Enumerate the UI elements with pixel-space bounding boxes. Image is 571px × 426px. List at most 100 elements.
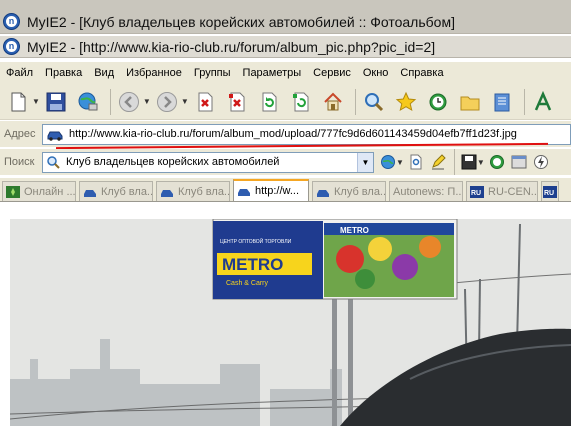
highlight-pen-icon bbox=[431, 154, 446, 170]
page-car-icon bbox=[84, 189, 96, 197]
leaf-icon bbox=[6, 185, 20, 198]
tab-ru[interactable]: RU bbox=[541, 181, 559, 201]
tab-ru-center[interactable]: RU RU-CEN... bbox=[466, 181, 538, 201]
tab-club-3[interactable]: Клуб вла... bbox=[312, 181, 386, 201]
search-icon bbox=[364, 92, 383, 111]
back-icon bbox=[118, 91, 139, 112]
folder-icon bbox=[460, 96, 480, 110]
tab-autonews[interactable]: Autonews: П... bbox=[389, 181, 463, 201]
search-input[interactable]: Клуб владельцев корейских автомобилей ▼ bbox=[42, 151, 374, 173]
address-label: Адрес bbox=[4, 128, 36, 140]
forward-dropdown[interactable]: ▼ bbox=[181, 97, 189, 106]
save-icon bbox=[46, 92, 66, 111]
menu-groups[interactable]: Группы bbox=[194, 67, 231, 79]
address-input[interactable]: http://www.kia-rio-club.ru/forum/album_m… bbox=[42, 123, 571, 145]
go-history-button[interactable] bbox=[487, 152, 507, 172]
album-photo: METRO Cash & Carry ЦЕНТР ОПТОВОЙ ТОРГОВЛ… bbox=[10, 219, 571, 426]
history-icon bbox=[489, 155, 504, 169]
ru-badge-icon: RU bbox=[470, 185, 484, 198]
page-car-icon bbox=[238, 189, 250, 196]
refresh-all-button[interactable] bbox=[287, 88, 315, 116]
stop-all-button[interactable] bbox=[223, 88, 251, 116]
save-dropdown[interactable]: ▼ bbox=[477, 158, 485, 167]
tab-bar: Онлайн ... Клуб вла... Клуб вла... http:… bbox=[0, 178, 571, 202]
tab-label: Autonews: П... bbox=[393, 185, 463, 198]
window-list-button[interactable] bbox=[509, 152, 529, 172]
page-car-icon bbox=[47, 131, 63, 141]
find-in-page-button[interactable] bbox=[406, 152, 426, 172]
menu-window[interactable]: Окно bbox=[363, 67, 389, 79]
new-page-button[interactable] bbox=[4, 88, 32, 116]
lightning-icon bbox=[533, 155, 548, 169]
highlight-button[interactable] bbox=[428, 152, 448, 172]
window-title: MyIE2 - [http://www.kia-rio-club.ru/foru… bbox=[27, 38, 436, 55]
refresh-icon bbox=[262, 92, 277, 111]
globe-search-icon bbox=[381, 155, 395, 169]
tab-online[interactable]: Онлайн ... bbox=[2, 181, 76, 201]
menu-tools[interactable]: Сервис bbox=[313, 67, 351, 79]
myie2-app-icon: n bbox=[3, 13, 20, 30]
background-window-titlebar[interactable]: n MyIE2 - [Клуб владельцев корейских авт… bbox=[0, 10, 571, 34]
back-button[interactable] bbox=[115, 88, 143, 116]
network-button[interactable] bbox=[74, 88, 102, 116]
search-query: Клуб владельцев корейских автомобилей bbox=[66, 156, 280, 168]
window-top-strip bbox=[0, 0, 571, 10]
folder-button[interactable] bbox=[456, 88, 484, 116]
toolbar-separator bbox=[523, 88, 525, 115]
refresh-all-icon bbox=[292, 92, 309, 111]
search-button[interactable] bbox=[360, 88, 388, 116]
tab-label: http://w... bbox=[255, 185, 300, 197]
menu-help[interactable]: Справка bbox=[400, 67, 443, 79]
save-icon bbox=[461, 154, 477, 170]
search-label: Поиск bbox=[4, 156, 35, 168]
font-button[interactable] bbox=[529, 88, 557, 116]
billboard-top: ЦЕНТР ОПТОВОЙ ТОРГОВЛИ bbox=[220, 237, 292, 245]
page-car-icon bbox=[317, 189, 329, 197]
forward-icon bbox=[156, 91, 177, 112]
menu-favorites[interactable]: Избранное bbox=[126, 67, 182, 79]
menu-bar: Файл Правка Вид Избранное Группы Парамет… bbox=[0, 62, 571, 84]
myie2-app-icon: n bbox=[3, 38, 20, 55]
tab-label: Клуб вла... bbox=[178, 185, 230, 198]
search-engine-dropdown[interactable]: ▼ bbox=[396, 158, 404, 167]
page-content: METRO Cash & Carry ЦЕНТР ОПТОВОЙ ТОРГОВЛ… bbox=[0, 203, 571, 426]
tab-label: RU-CEN... bbox=[488, 185, 538, 198]
tab-label: Онлайн ... bbox=[24, 185, 76, 198]
save-page-button[interactable] bbox=[459, 152, 479, 172]
tab-club-2[interactable]: Клуб вла... bbox=[156, 181, 230, 201]
favorites-button[interactable] bbox=[392, 88, 420, 116]
home-button[interactable] bbox=[319, 88, 347, 116]
toolbar-separator bbox=[109, 88, 111, 115]
tab-label: Клуб вла... bbox=[334, 185, 386, 198]
new-page-dropdown[interactable]: ▼ bbox=[32, 97, 40, 106]
stop-icon bbox=[198, 92, 213, 111]
tab-current-image[interactable]: http://w... bbox=[233, 179, 309, 201]
notepad-button[interactable] bbox=[488, 88, 516, 116]
main-toolbar: ▼ ▼ ▼ bbox=[0, 84, 571, 120]
menu-view[interactable]: Вид bbox=[94, 67, 114, 79]
tools-button[interactable] bbox=[531, 152, 551, 172]
forward-button[interactable] bbox=[153, 88, 181, 116]
history-button[interactable] bbox=[424, 88, 452, 116]
new-page-icon bbox=[11, 92, 26, 111]
menu-edit[interactable]: Правка bbox=[45, 67, 82, 79]
notepad-icon bbox=[494, 93, 510, 111]
search-dropdown-button[interactable]: ▼ bbox=[357, 152, 373, 172]
window-list-icon bbox=[511, 155, 527, 169]
toolbar-separator bbox=[453, 149, 455, 175]
background-window-title: MyIE2 - [Клуб владельцев корейских автом… bbox=[27, 13, 455, 30]
stop-all-icon bbox=[228, 92, 245, 111]
metro-billboard: METRO Cash & Carry ЦЕНТР ОПТОВОЙ ТОРГОВЛ… bbox=[212, 219, 458, 300]
window-titlebar[interactable]: n MyIE2 - [http://www.kia-rio-club.ru/fo… bbox=[0, 36, 571, 58]
back-dropdown[interactable]: ▼ bbox=[143, 97, 151, 106]
refresh-button[interactable] bbox=[255, 88, 283, 116]
stop-button[interactable] bbox=[191, 88, 219, 116]
svg-text:RU: RU bbox=[544, 190, 554, 197]
search-bar: Поиск Клуб владельцев корейских автомоби… bbox=[0, 149, 571, 175]
save-button[interactable] bbox=[42, 88, 70, 116]
menu-file[interactable]: Файл bbox=[6, 67, 33, 79]
search-web-button[interactable] bbox=[378, 152, 398, 172]
menu-options[interactable]: Параметры bbox=[243, 67, 302, 79]
tab-club-1[interactable]: Клуб вла... bbox=[79, 181, 153, 201]
billboard-sub: Cash & Carry bbox=[226, 280, 269, 287]
